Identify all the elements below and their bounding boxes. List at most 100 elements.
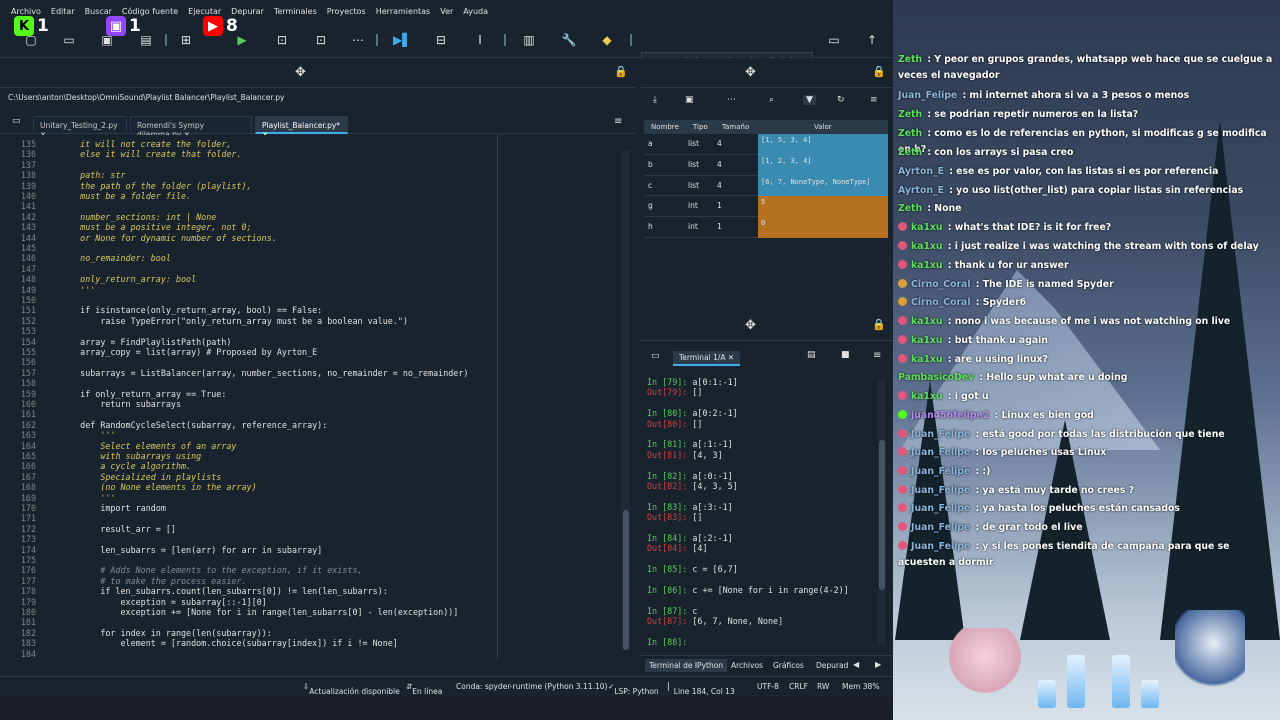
tab-sympy-dilemma[interactable]: Romendi's Sympy dilemma.py ✕: [130, 116, 252, 139]
code-line[interactable]: the path of the folder (playlist),: [60, 181, 251, 191]
maximize-pane-icon[interactable]: ⊟: [432, 31, 450, 49]
col-name[interactable]: Nombre: [651, 123, 679, 131]
lock-icon[interactable]: 🔒: [614, 65, 628, 78]
code-line[interactable]: # to make the process easier.: [60, 576, 246, 586]
lock-icon[interactable]: 🔒: [872, 318, 886, 331]
run-cell-advance-icon[interactable]: ⊡: [312, 31, 330, 49]
code-line[interactable]: if len_subarrs.count(len_subarrs[0]) != …: [60, 586, 387, 596]
lock-icon[interactable]: 🔒: [872, 65, 886, 78]
browse-tabs-icon[interactable]: ▭: [12, 116, 21, 126]
import-data-icon[interactable]: ⤓: [653, 95, 657, 105]
code-line[interactable]: must be a positive integer, not 0;: [60, 222, 251, 232]
tab-ipython-terminal[interactable]: Terminal de IPython: [645, 659, 728, 672]
code-line[interactable]: def RandomCycleSelect(subarray, referenc…: [60, 420, 327, 430]
code-line[interactable]: for index in range(len(subarray)):: [60, 628, 271, 638]
update-status[interactable]: ⇩ Actualización disponible: [303, 682, 400, 696]
browse-tabs-icon[interactable]: ▭: [651, 351, 660, 361]
code-line[interactable]: # Adds None elements to the exception, i…: [60, 565, 362, 575]
move-pane-icon[interactable]: ✥: [745, 65, 756, 80]
tab-files[interactable]: Archivos: [727, 659, 767, 672]
open-folder-icon[interactable]: ▭: [60, 31, 78, 49]
editor-scrollbar[interactable]: [622, 150, 630, 650]
new-cell-icon[interactable]: ⊞: [177, 31, 195, 49]
hamburger-menu-icon[interactable]: ≡: [614, 116, 622, 127]
layout-icon[interactable]: ▥: [520, 31, 538, 49]
variable-row[interactable]: g int 1 5: [644, 196, 888, 218]
code-line[interactable]: exception += [None for i in range(len_su…: [60, 607, 459, 617]
tab-unitary-testing[interactable]: Unitary_Testing_2.py ✕: [33, 116, 127, 139]
text-cursor-icon[interactable]: I: [471, 31, 489, 49]
code-editor[interactable]: 135 it will not create the folder, 136 el…: [0, 135, 625, 659]
menu-10[interactable]: Ayuda: [458, 7, 493, 16]
code-line[interactable]: len_subarrs = [len(arr) for arr in subar…: [60, 545, 322, 555]
code-line[interactable]: element = [random.choice(subarray[index]…: [60, 638, 398, 648]
tab-plots[interactable]: Gráficos: [769, 659, 808, 672]
menu-1[interactable]: Editar: [46, 7, 80, 16]
code-line[interactable]: Specialized in playlists: [60, 472, 221, 482]
code-line[interactable]: (no None elements in the array): [60, 482, 256, 492]
conda-env-status[interactable]: Conda: spyder-runtime (Python 3.11.10): [456, 682, 607, 691]
variable-row[interactable]: a list 4 [1, 5, 3, 4]: [644, 134, 888, 155]
code-line[interactable]: ''': [60, 430, 115, 440]
col-size[interactable]: Tamaño: [722, 123, 749, 131]
console-line: In [82]: a[:0:-1]: [647, 470, 733, 481]
code-line[interactable]: subarrays = ListBalancer(array, number_s…: [60, 368, 468, 378]
code-line[interactable]: only_return_array: bool: [60, 274, 196, 284]
clear-console-icon[interactable]: ▤: [807, 350, 816, 360]
filter-icon[interactable]: ▼: [803, 95, 816, 105]
code-line[interactable]: else it will create that folder.: [60, 149, 241, 159]
move-pane-icon[interactable]: ✥: [295, 65, 306, 80]
menu-9[interactable]: Ver: [435, 7, 458, 16]
code-line[interactable]: result_arr = []: [60, 524, 176, 534]
debug-icon[interactable]: ▶▌: [393, 31, 411, 49]
variable-row[interactable]: c list 4 [6, 7, NoneType, NoneType]: [644, 175, 888, 197]
code-line[interactable]: array = FindPlaylistPath(path): [60, 337, 231, 347]
tab-terminal[interactable]: Terminal 1/A ✕: [673, 351, 741, 366]
code-line[interactable]: must be a folder file.: [60, 191, 191, 201]
python-path-icon[interactable]: ◆: [598, 31, 616, 49]
code-line[interactable]: it will not create the folder,: [60, 139, 231, 149]
variable-row[interactable]: h int 1 0: [644, 217, 888, 238]
code-line[interactable]: array_copy = list(array) # Proposed by A…: [60, 347, 317, 357]
code-line[interactable]: or None for dynamic number of sections.: [60, 233, 277, 243]
code-line[interactable]: path: str: [60, 170, 125, 180]
code-line[interactable]: a cycle algorithm.: [60, 461, 191, 471]
ipython-console[interactable]: In [79]: a[0:1:-1] Out[79]: [] In [80]: a[…: [641, 372, 881, 652]
chevron-right-icon[interactable]: ▶: [875, 660, 881, 669]
more-icon[interactable]: ⋯: [727, 95, 736, 105]
code-line[interactable]: ''': [60, 285, 95, 295]
save-data-icon[interactable]: ▣: [685, 95, 694, 105]
chevron-left-icon[interactable]: ◀: [853, 660, 859, 669]
console-scrollbar[interactable]: [878, 380, 886, 645]
search-icon[interactable]: ⌕: [769, 95, 774, 105]
tab-playlist-balancer[interactable]: Playlist_Balancer.py* ✕: [255, 116, 348, 139]
code-line[interactable]: raise TypeError("only_return_array must …: [60, 316, 408, 326]
code-line[interactable]: no_remainder: bool: [60, 253, 171, 263]
stop-icon[interactable]: ■: [841, 350, 850, 360]
code-line[interactable]: ''': [60, 493, 115, 503]
col-type[interactable]: Tipo: [693, 123, 708, 131]
code-line[interactable]: if isinstance(only_return_array, bool) =…: [60, 305, 322, 315]
preferences-wrench-icon[interactable]: 🔧: [560, 31, 578, 49]
more-icon[interactable]: ⋯: [349, 31, 367, 49]
browse-folder-icon[interactable]: ▭: [825, 31, 843, 49]
move-pane-icon[interactable]: ✥: [745, 318, 756, 333]
refresh-icon[interactable]: ↻: [837, 95, 845, 105]
parent-directory-icon[interactable]: ↑: [863, 31, 881, 49]
code-line[interactable]: Select elements of an array: [60, 441, 236, 451]
menu-8[interactable]: Herramientas: [371, 7, 436, 16]
code-line[interactable]: import random: [60, 503, 166, 513]
menu-6[interactable]: Terminales: [269, 7, 322, 16]
tab-debugger[interactable]: Depurad: [812, 659, 852, 672]
code-line[interactable]: if only_return_array == True:: [60, 389, 226, 399]
menu-7[interactable]: Proyectos: [322, 7, 371, 16]
code-line[interactable]: number_sections: int | None: [60, 212, 216, 222]
run-cell-icon[interactable]: ⊡: [273, 31, 291, 49]
col-value[interactable]: Valor: [814, 123, 832, 131]
code-line[interactable]: return subarrays: [60, 399, 181, 409]
hamburger-menu-icon[interactable]: ≡: [873, 350, 881, 361]
hamburger-menu-icon[interactable]: ≡: [870, 95, 878, 105]
code-line[interactable]: with subarrays using: [60, 451, 201, 461]
variable-row[interactable]: b list 4 [1, 2, 3, 4]: [644, 154, 888, 176]
code-line[interactable]: exception = subarray[::-1][0]: [60, 597, 267, 607]
